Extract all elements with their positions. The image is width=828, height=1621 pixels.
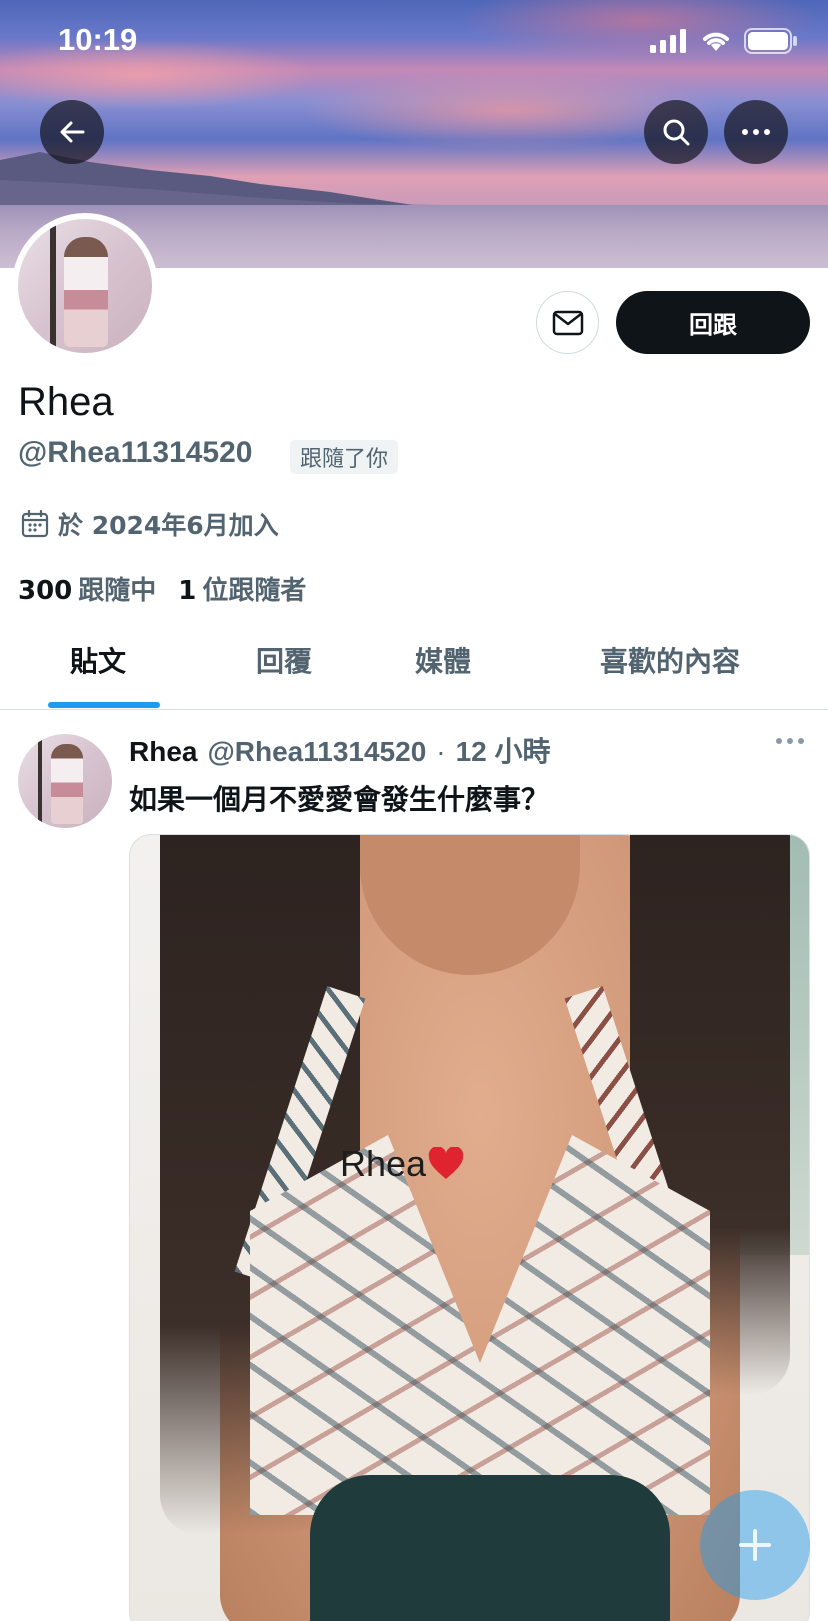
following-label: 跟隨中 <box>78 576 157 606</box>
profile-page: 10:19 回跟 Rhea @Rhea11314520 跟隨了你 於 2024年… <box>0 0 828 1621</box>
status-time: 10:19 <box>58 22 138 57</box>
post-timestamp[interactable]: 12 小時 <box>456 730 551 770</box>
status-icons <box>650 28 798 54</box>
back-button[interactable] <box>40 100 104 164</box>
cellular-signal-icon <box>650 29 686 53</box>
profile-display-name: Rhea <box>18 380 114 424</box>
message-button[interactable] <box>536 291 599 354</box>
more-options-button[interactable] <box>724 100 788 164</box>
follows-you-badge: 跟隨了你 <box>290 440 399 474</box>
post-media-image[interactable]: Rhea <box>129 834 810 1621</box>
plus-icon <box>739 1529 771 1561</box>
mail-icon <box>552 310 583 335</box>
more-dot <box>776 738 782 744</box>
post-more-button[interactable] <box>776 738 804 744</box>
search-button[interactable] <box>644 100 708 164</box>
followers-link[interactable]: 1 位跟隨者 <box>178 570 306 607</box>
heart-icon <box>428 1147 464 1179</box>
avatar-image <box>18 219 152 353</box>
post-avatar-frame <box>38 734 42 828</box>
more-dot <box>787 738 793 744</box>
post-author-handle[interactable]: @Rhea11314520 <box>207 736 426 768</box>
back-arrow-icon <box>60 121 85 143</box>
tab-posts[interactable]: 貼文 <box>70 640 126 680</box>
profile-handle: @Rhea11314520 <box>18 436 253 469</box>
active-tab-indicator <box>48 702 160 708</box>
join-date: 於 2024年6月加入 <box>20 506 279 542</box>
follow-back-button[interactable]: 回跟 <box>616 291 810 354</box>
banner-cloud <box>0 40 320 110</box>
compose-button[interactable] <box>700 1490 810 1600</box>
following-count: 300 <box>18 576 73 606</box>
post-text: 如果一個月不愛愛會發生什麼事？ <box>129 783 550 816</box>
post-avatar[interactable] <box>18 734 112 828</box>
profile-tabs: 貼文 回覆 媒體 喜歡的內容 <box>0 620 828 710</box>
media-watermark-text: Rhea <box>340 1143 427 1184</box>
media-bottom-garment <box>310 1475 670 1621</box>
post-author-name[interactable]: Rhea <box>129 736 197 768</box>
post-separator: · <box>436 736 446 767</box>
wifi-icon <box>703 32 729 51</box>
calendar-icon <box>21 509 49 538</box>
more-dot <box>798 738 804 744</box>
post-header: Rhea @Rhea11314520 · 12 小時 <box>129 730 551 770</box>
tab-likes[interactable]: 喜歡的內容 <box>600 640 740 680</box>
join-date-text: 於 2024年6月加入 <box>58 511 279 540</box>
follow-counts: 300 跟隨中 1 位跟隨者 <box>18 570 306 607</box>
battery-icon <box>744 28 797 54</box>
following-link[interactable]: 300 跟隨中 <box>18 570 156 607</box>
tab-replies[interactable]: 回覆 <box>256 640 312 680</box>
media-watermark: Rhea <box>340 1143 464 1185</box>
avatar-mirror-frame <box>50 219 56 353</box>
profile-avatar[interactable] <box>12 213 158 359</box>
post-avatar-figure <box>51 744 83 824</box>
followers-count: 1 <box>178 576 197 606</box>
followers-label: 位跟隨者 <box>202 576 307 606</box>
tab-media[interactable]: 媒體 <box>415 640 471 680</box>
avatar-figure <box>64 237 108 347</box>
more-icon <box>742 129 770 135</box>
search-icon <box>663 119 690 146</box>
